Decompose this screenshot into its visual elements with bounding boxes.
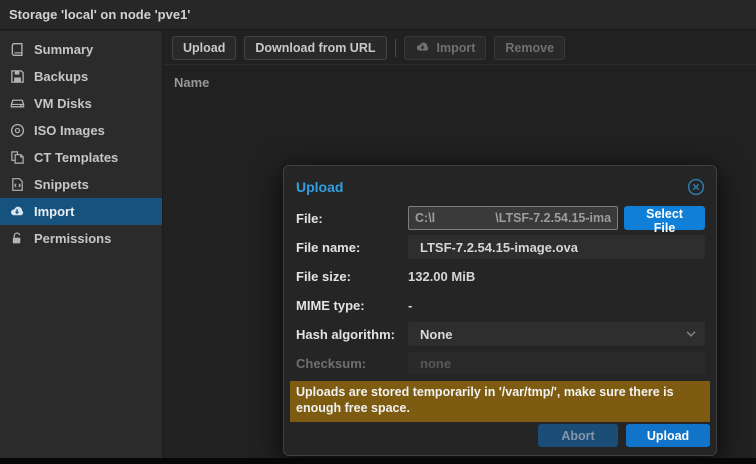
sidebar: Summary Backups VM Disks ISO Images CT T…	[0, 31, 163, 458]
file-label: File:	[296, 211, 408, 226]
checksum-row: Checksum:	[296, 351, 705, 375]
abort-button: Abort	[538, 424, 618, 447]
hash-algorithm-select[interactable]: None	[408, 322, 705, 346]
storage-title: Storage 'local' on node 'pve1'	[9, 7, 190, 22]
file-path-suffix: \LTSF-7.2.54.15-ima	[495, 211, 611, 225]
disc-icon	[9, 123, 25, 139]
sidebar-item-vm-disks[interactable]: VM Disks	[0, 90, 162, 117]
hdd-icon	[9, 96, 25, 112]
page-title: Storage 'local' on node 'pve1'	[0, 0, 756, 30]
dialog-footer: Abort Upload	[538, 424, 710, 447]
sidebar-item-label: Import	[34, 204, 74, 219]
sidebar-item-iso-images[interactable]: ISO Images	[0, 117, 162, 144]
file-name-row: File name:	[296, 235, 705, 259]
upload-warning-banner: Uploads are stored temporarily in '/var/…	[290, 381, 710, 422]
sidebar-item-summary[interactable]: Summary	[0, 36, 162, 63]
upload-dialog-header: Upload	[284, 166, 716, 198]
sidebar-item-label: Snippets	[34, 177, 89, 192]
mime-type-row: MIME type: -	[296, 293, 705, 317]
chevron-down-icon	[685, 330, 697, 338]
upload-button[interactable]: Upload	[172, 36, 236, 60]
hash-algorithm-row: Hash algorithm: None	[296, 322, 705, 346]
download-from-url-button[interactable]: Download from URL	[244, 36, 386, 60]
bottom-strip	[0, 458, 756, 464]
sidebar-item-label: Backups	[34, 69, 88, 84]
file-path-prefix: C:\l	[415, 211, 435, 225]
unlock-icon	[9, 231, 25, 247]
sidebar-item-label: ISO Images	[34, 123, 105, 138]
sidebar-item-backups[interactable]: Backups	[0, 63, 162, 90]
file-row: File: C:\l \LTSF-7.2.54.15-ima Select Fi…	[296, 206, 705, 230]
upload-dialog: Upload File: C:\l \LTSF-7.2.54.15-ima Se…	[283, 165, 717, 456]
sidebar-item-ct-templates[interactable]: CT Templates	[0, 144, 162, 171]
mime-type-label: MIME type:	[296, 298, 408, 313]
sidebar-item-label: CT Templates	[34, 150, 118, 165]
file-copy-icon	[9, 150, 25, 166]
name-column-header: Name	[164, 65, 756, 100]
select-file-button[interactable]: Select File	[624, 206, 705, 230]
floppy-icon	[9, 69, 25, 85]
sidebar-item-snippets[interactable]: Snippets	[0, 171, 162, 198]
file-size-value: 132.00 MiB	[408, 269, 475, 284]
sidebar-item-label: VM Disks	[34, 96, 92, 111]
import-button-label: Import	[437, 41, 476, 55]
cloud-download-icon	[415, 40, 431, 56]
import-button: Import	[404, 36, 487, 60]
file-name-label: File name:	[296, 240, 408, 255]
hash-algorithm-label: Hash algorithm:	[296, 327, 408, 342]
dialog-upload-button[interactable]: Upload	[626, 424, 710, 447]
circle-x-icon[interactable]	[687, 178, 705, 196]
code-file-icon	[9, 177, 25, 193]
sidebar-item-label: Summary	[34, 42, 93, 57]
toolbar: Upload Download from URL Import Remove	[164, 31, 756, 65]
sidebar-item-permissions[interactable]: Permissions	[0, 225, 162, 252]
hash-algorithm-value: None	[420, 327, 453, 342]
file-path-input[interactable]: C:\l \LTSF-7.2.54.15-ima	[408, 206, 618, 230]
sidebar-item-import[interactable]: Import	[0, 198, 162, 225]
mime-type-value: -	[408, 298, 412, 313]
file-size-label: File size:	[296, 269, 408, 284]
cloud-download-icon	[9, 204, 25, 220]
toolbar-separator	[395, 39, 396, 57]
remove-button: Remove	[494, 36, 565, 60]
sidebar-item-label: Permissions	[34, 231, 111, 246]
book-icon	[9, 42, 25, 58]
file-name-input[interactable]	[408, 235, 705, 259]
dialog-title: Upload	[296, 179, 343, 195]
file-size-row: File size: 132.00 MiB	[296, 264, 705, 288]
checksum-input	[408, 352, 705, 374]
checksum-label: Checksum:	[296, 356, 408, 371]
upload-dialog-body: File: C:\l \LTSF-7.2.54.15-ima Select Fi…	[284, 198, 716, 422]
